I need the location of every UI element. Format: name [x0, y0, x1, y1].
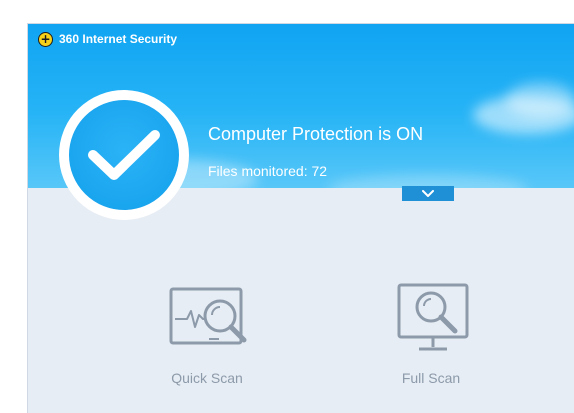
quick-scan-icon [169, 287, 247, 345]
full-scan-label: Full Scan [401, 370, 461, 386]
checkmark-glyph [88, 130, 160, 180]
quick-scan-button[interactable]: Quick Scan [137, 279, 277, 409]
chevron-down-icon [422, 189, 434, 197]
files-monitored-text: Files monitored: 72 [208, 163, 328, 179]
full-scan-button[interactable]: Full Scan [361, 279, 501, 409]
expand-details-button[interactable] [402, 186, 454, 201]
app-logo-icon: + [38, 31, 53, 47]
protection-status-title: Computer Protection is ON [208, 124, 424, 144]
full-scan-icon [397, 283, 469, 351]
app-title: 360 Internet Security [59, 32, 178, 46]
checkmark-icon [59, 90, 189, 220]
quick-scan-label: Quick Scan [171, 370, 243, 386]
app-window: + 360 Internet Security Computer Protect… [27, 23, 574, 413]
title-bar: + 360 Internet Security [28, 24, 574, 54]
cloud-decoration [506, 82, 574, 118]
